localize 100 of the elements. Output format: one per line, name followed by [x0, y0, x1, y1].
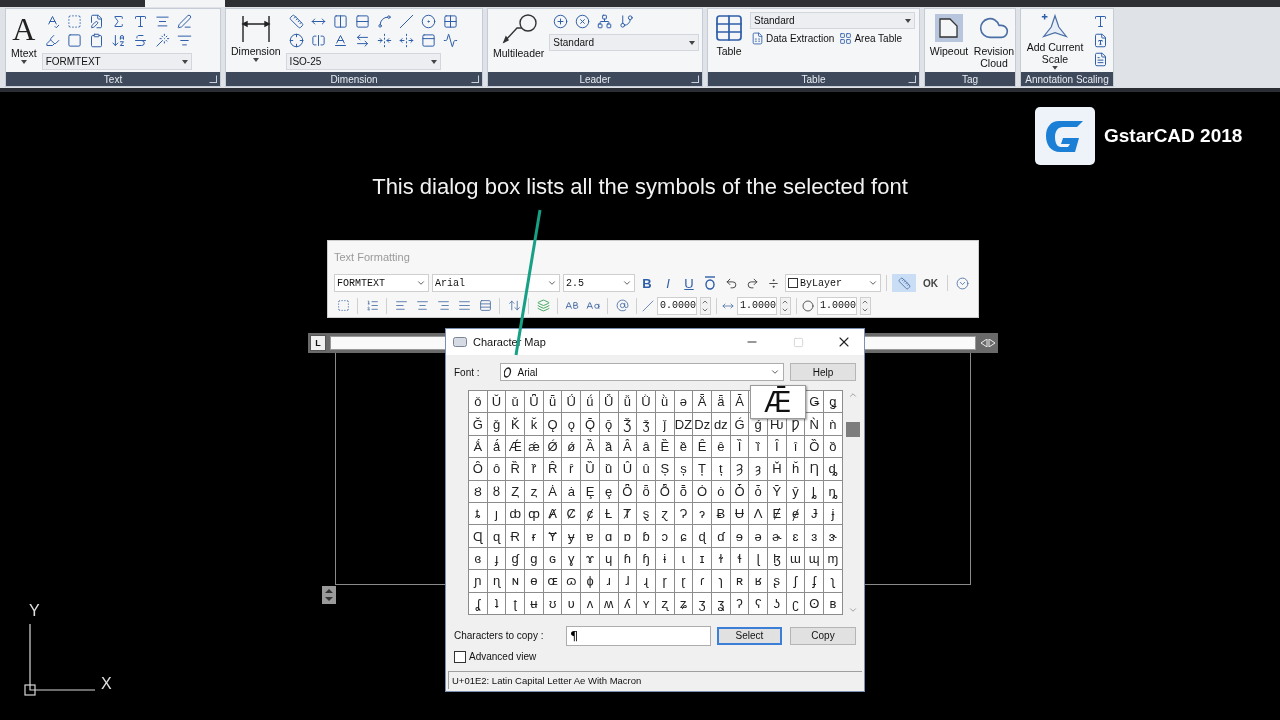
character-cell[interactable]: Ʌ: [749, 502, 767, 525]
character-cell[interactable]: ʀ: [730, 570, 749, 592]
character-cell[interactable]: ɷ: [562, 570, 581, 592]
character-cell[interactable]: Ȁ: [581, 435, 599, 458]
character-cell[interactable]: ɮ: [768, 547, 786, 570]
character-cell[interactable]: ɼ: [655, 570, 674, 592]
character-cell[interactable]: ɋ: [487, 525, 506, 547]
character-cell[interactable]: ʅ: [824, 570, 842, 592]
character-cell[interactable]: ʕ: [749, 592, 767, 614]
character-cell[interactable]: ȏ: [487, 458, 506, 480]
wand-button[interactable]: [153, 31, 172, 50]
options-button[interactable]: [953, 274, 971, 293]
character-cell[interactable]: ȋ: [786, 435, 805, 458]
character-cell[interactable]: ǝ: [674, 391, 693, 413]
character-cell[interactable]: Ⱥ: [543, 502, 562, 525]
character-cell[interactable]: Ȣ: [469, 480, 487, 502]
launcher-icon[interactable]: [691, 75, 699, 83]
character-cell[interactable]: ǹ: [824, 413, 842, 435]
character-cell[interactable]: ɲ: [469, 570, 487, 592]
character-cell[interactable]: ʈ: [506, 592, 525, 614]
font-select[interactable]: Arial: [499, 363, 785, 381]
square-button[interactable]: [65, 31, 84, 50]
character-cell[interactable]: ȭ: [674, 480, 693, 502]
style-select[interactable]: FORMTEXT: [334, 274, 429, 293]
character-cell[interactable]: ȱ: [749, 480, 767, 502]
character-cell[interactable]: ȡ: [824, 458, 842, 480]
character-cell[interactable]: ǿ: [562, 435, 581, 458]
character-cell[interactable]: Ǟ: [693, 391, 711, 413]
slash-icon[interactable]: [642, 299, 654, 312]
character-cell[interactable]: ɝ: [824, 525, 842, 547]
character-cell[interactable]: Ƞ: [805, 458, 824, 480]
character-cell[interactable]: ȶ: [469, 502, 487, 525]
resize-handle[interactable]: [322, 586, 336, 604]
character-cell[interactable]: ʆ: [469, 592, 487, 614]
fold-button[interactable]: [375, 31, 394, 50]
character-cell[interactable]: ȼ: [581, 502, 599, 525]
character-cell[interactable]: ȃ: [637, 435, 655, 458]
character-cell[interactable]: ș: [674, 458, 693, 480]
columns-button[interactable]: [331, 12, 350, 31]
character-cell[interactable]: ʄ: [805, 570, 824, 592]
character-cell[interactable]: ʊ: [543, 592, 562, 614]
launcher-icon[interactable]: [209, 75, 217, 83]
character-cell[interactable]: ǚ: [618, 391, 637, 413]
character-cell[interactable]: ɫ: [711, 547, 730, 570]
character-cell[interactable]: ɂ: [693, 502, 711, 525]
character-cell[interactable]: Ǧ: [469, 413, 487, 435]
character-cell[interactable]: Ƀ: [711, 502, 730, 525]
character-cell[interactable]: Ȑ: [506, 458, 525, 480]
character-cell[interactable]: ɘ: [730, 525, 749, 547]
character-cell[interactable]: ɢ: [543, 547, 562, 570]
ribbon-large-button[interactable]: A Mtext: [9, 12, 39, 70]
ok-button[interactable]: OK: [919, 277, 942, 289]
character-cell[interactable]: Ȳ: [768, 480, 786, 502]
character-cell[interactable]: Ȏ: [469, 458, 487, 480]
character-cell[interactable]: ɒ: [618, 525, 637, 547]
character-cell[interactable]: ɻ: [637, 570, 655, 592]
character-cell[interactable]: ǟ: [711, 391, 730, 413]
character-cell[interactable]: ȵ: [824, 480, 842, 502]
tab-marker[interactable]: L: [310, 335, 326, 351]
character-cell[interactable]: ɴ: [506, 570, 525, 592]
character-cell[interactable]: ɾ: [693, 570, 711, 592]
characters-to-copy-field[interactable]: ¶: [566, 625, 711, 646]
character-cell[interactable]: ɐ: [581, 525, 599, 547]
character-cell[interactable]: Ǘ: [562, 391, 581, 413]
character-cell[interactable]: ʏ: [637, 592, 655, 614]
character-cell[interactable]: Ȧ: [543, 480, 562, 502]
character-cell[interactable]: Ǿ: [543, 435, 562, 458]
character-cell[interactable]: ɧ: [637, 547, 655, 570]
character-cell[interactable]: ɡ: [525, 547, 543, 570]
character-cell[interactable]: ʉ: [525, 592, 543, 614]
character-cell[interactable]: ɨ: [655, 547, 674, 570]
ruler-button[interactable]: [892, 274, 916, 293]
panel-button[interactable]: [419, 31, 438, 50]
character-cell[interactable]: Ș: [655, 458, 674, 480]
character-cell[interactable]: Ǖ: [525, 391, 543, 413]
character-cell[interactable]: ɳ: [487, 570, 506, 592]
character-cell[interactable]: Ǭ: [581, 413, 599, 435]
character-cell[interactable]: Ǡ: [730, 391, 749, 413]
character-cell[interactable]: ȓ: [562, 458, 581, 480]
character-cell[interactable]: ǒ: [469, 391, 487, 413]
character-cell[interactable]: ǭ: [599, 413, 618, 435]
character-cell[interactable]: ǥ: [824, 391, 842, 413]
character-cell[interactable]: ɗ: [711, 525, 730, 547]
character-cell[interactable]: ɛ: [786, 525, 805, 547]
character-cell[interactable]: ǯ: [637, 413, 655, 435]
character-cell[interactable]: ɏ: [562, 525, 581, 547]
character-cell[interactable]: ȥ: [525, 480, 543, 502]
character-cell[interactable]: ɬ: [730, 547, 749, 570]
select-button[interactable]: Select: [717, 626, 782, 645]
height-select[interactable]: 2.5: [563, 274, 635, 293]
character-cell[interactable]: ɤ: [581, 547, 599, 570]
character-cell[interactable]: Ȭ: [655, 480, 674, 502]
format-button[interactable]: I: [659, 274, 677, 293]
character-cell[interactable]: ǘ: [581, 391, 599, 413]
ribbon-button[interactable]: Area Table: [838, 32, 903, 45]
character-cell[interactable]: Ǵ: [730, 413, 749, 435]
oblique-field[interactable]: 0.0000: [657, 296, 697, 315]
character-cell[interactable]: Ȥ: [506, 480, 525, 502]
character-cell[interactable]: ʐ: [655, 592, 674, 614]
zigzag-button[interactable]: [441, 31, 460, 50]
